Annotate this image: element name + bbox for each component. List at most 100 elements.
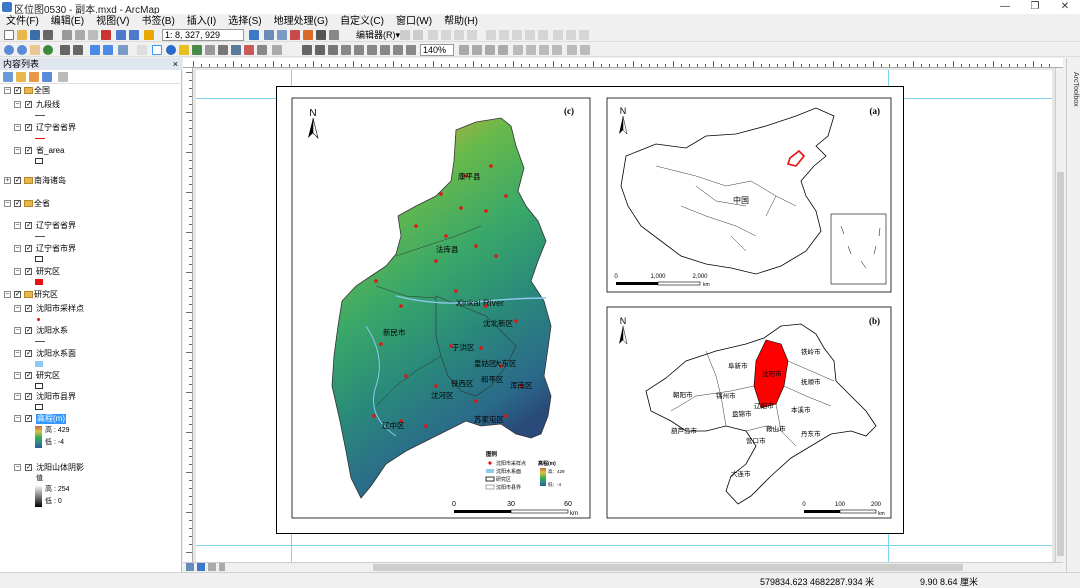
save-icon[interactable] <box>30 30 40 40</box>
hyperlink-icon[interactable] <box>179 45 189 55</box>
layer-label[interactable]: 沈阳市采样点 <box>36 304 84 314</box>
vertical-scroll-thumb[interactable] <box>1057 172 1064 556</box>
expand-toggle[interactable]: − <box>14 101 21 108</box>
straight-segment-icon[interactable] <box>428 30 438 40</box>
toc-layer[interactable]: − ✓ 沈阳水系 <box>0 326 180 342</box>
ungroup-icon[interactable] <box>552 45 562 55</box>
expand-toggle[interactable]: − <box>14 305 21 312</box>
toc-layer[interactable]: − ✓ 辽宁省市界 <box>0 244 180 262</box>
toc-layer[interactable]: − ✓ 沈阳市县界 <box>0 392 180 410</box>
visibility-checkbox[interactable]: ✓ <box>14 291 21 298</box>
visibility-checkbox[interactable]: ✓ <box>14 177 21 184</box>
toggle-draft-mode-icon[interactable] <box>459 45 469 55</box>
layer-label[interactable]: 辽宁省市界 <box>36 244 76 254</box>
toc-layer[interactable]: − ✓ 研究区 <box>0 371 180 389</box>
time-slider-icon[interactable] <box>257 45 267 55</box>
list-by-drawing-order-icon[interactable] <box>3 72 13 82</box>
end-point-arc-icon[interactable] <box>441 30 451 40</box>
expand-toggle[interactable]: − <box>14 464 21 471</box>
edit-vertices-icon[interactable] <box>486 30 496 40</box>
create-features-icon[interactable] <box>579 30 589 40</box>
arctoolbox-dock[interactable]: ArcToolbox <box>1066 58 1080 572</box>
list-by-visibility-icon[interactable] <box>29 72 39 82</box>
layout-pan-icon[interactable] <box>328 45 338 55</box>
expand-toggle[interactable]: − <box>14 393 21 400</box>
toc-icon[interactable] <box>264 30 274 40</box>
full-extent-icon[interactable] <box>43 45 53 55</box>
list-by-selection-icon[interactable] <box>42 72 52 82</box>
change-layout-icon[interactable] <box>485 45 495 55</box>
catalog-icon[interactable] <box>277 30 287 40</box>
data-driven-pages-icon[interactable] <box>498 45 508 55</box>
menu-bookmarks[interactable]: 书签(B) <box>135 14 180 28</box>
layer-label[interactable]: 省_area <box>36 146 64 156</box>
pan-icon[interactable] <box>30 45 40 55</box>
map-sheet[interactable]: N (c) 康平县 法库县 新民市 沈北新区 于洪区 皇姑区 大东区 铁西区 和… <box>276 86 904 534</box>
list-by-source-icon[interactable] <box>16 72 26 82</box>
go-forward-icon[interactable] <box>103 45 113 55</box>
menu-file[interactable]: 文件(F) <box>0 14 45 28</box>
trace-icon[interactable] <box>454 30 464 40</box>
visibility-checkbox[interactable]: ✓ <box>25 245 32 252</box>
menu-geoprocessing[interactable]: 地理处理(G) <box>268 14 334 28</box>
editor-menu[interactable]: 编辑器(R)▾ <box>356 29 400 41</box>
select-features-icon[interactable] <box>118 45 128 55</box>
horizontal-scrollbar[interactable] <box>183 562 1063 572</box>
minimize-button[interactable]: — <box>990 0 1020 14</box>
expand-toggle[interactable]: − <box>4 200 11 207</box>
menu-insert[interactable]: 插入(I) <box>181 14 222 28</box>
expand-toggle[interactable]: − <box>14 124 21 131</box>
visibility-checkbox[interactable]: ✓ <box>25 305 32 312</box>
layer-label[interactable]: 高程(m) <box>36 414 66 424</box>
layer-label[interactable]: 南海诸岛 <box>34 176 66 186</box>
menu-view[interactable]: 视图(V) <box>90 14 135 28</box>
edit-annotation-icon[interactable] <box>413 30 423 40</box>
measure-icon[interactable] <box>205 45 215 55</box>
layer-label[interactable]: 研究区 <box>34 290 58 300</box>
visibility-checkbox[interactable]: ✓ <box>25 350 32 357</box>
cut-icon[interactable] <box>62 30 72 40</box>
visibility-checkbox[interactable]: ✓ <box>25 147 32 154</box>
layout-zoom-select[interactable]: 140% <box>420 44 454 56</box>
rotate-icon[interactable] <box>538 30 548 40</box>
visibility-checkbox[interactable]: ✓ <box>14 87 21 94</box>
layout-view-icon[interactable] <box>197 563 205 571</box>
layer-label[interactable]: 沈阳山体阴影 <box>36 463 84 473</box>
paste-icon[interactable] <box>88 30 98 40</box>
visibility-checkbox[interactable]: ✓ <box>25 415 32 422</box>
cut-polygons-icon[interactable] <box>512 30 522 40</box>
clear-selection-icon[interactable] <box>137 45 147 55</box>
close-button[interactable]: ✕ <box>1050 0 1080 14</box>
zoom-out-icon[interactable] <box>17 45 27 55</box>
group-icon[interactable] <box>539 45 549 55</box>
create-viewer-icon[interactable] <box>272 45 282 55</box>
open-icon[interactable] <box>17 30 27 40</box>
layer-label[interactable]: 辽宁省省界 <box>36 221 76 231</box>
layer-label[interactable]: 沈阳水系面 <box>36 349 76 359</box>
point-icon[interactable] <box>467 30 477 40</box>
toc-layer[interactable]: − ✓ 辽宁省省界 <box>0 123 180 139</box>
map-scale-input[interactable]: 1: 8, 327, 929 <box>162 29 244 41</box>
add-data-icon[interactable] <box>144 30 154 40</box>
arctoolbox-tab[interactable]: ArcToolbox <box>1069 72 1079 152</box>
redo-icon[interactable] <box>129 30 139 40</box>
toc-layer[interactable]: − ✓ 沈阳市采样点 <box>0 304 180 321</box>
distribute-icon[interactable] <box>526 45 536 55</box>
rotate-element-icon[interactable] <box>567 45 577 55</box>
search-window-icon[interactable] <box>290 30 300 40</box>
toc-group[interactable]: − ✓ 研究区 <box>0 290 180 302</box>
toc-group[interactable]: − ✓ 全省 <box>0 199 180 211</box>
data-view-icon[interactable] <box>186 563 194 571</box>
layer-label[interactable]: 研究区 <box>36 371 60 381</box>
layer-label[interactable]: 沈阳水系 <box>36 326 68 336</box>
expand-toggle[interactable]: − <box>14 350 21 357</box>
fixed-zoom-out-icon[interactable] <box>73 45 83 55</box>
expand-toggle[interactable]: − <box>14 147 21 154</box>
fixed-zoom-in-layout-icon[interactable] <box>367 45 377 55</box>
layer-label[interactable]: 全省 <box>34 199 50 209</box>
layout-zoom-out-icon[interactable] <box>315 45 325 55</box>
layout-back-icon[interactable] <box>393 45 403 55</box>
go-back-icon[interactable] <box>90 45 100 55</box>
menu-customize[interactable]: 自定义(C) <box>334 14 390 28</box>
toc-layer[interactable]: − ✓ 辽宁省省界 <box>0 221 180 237</box>
